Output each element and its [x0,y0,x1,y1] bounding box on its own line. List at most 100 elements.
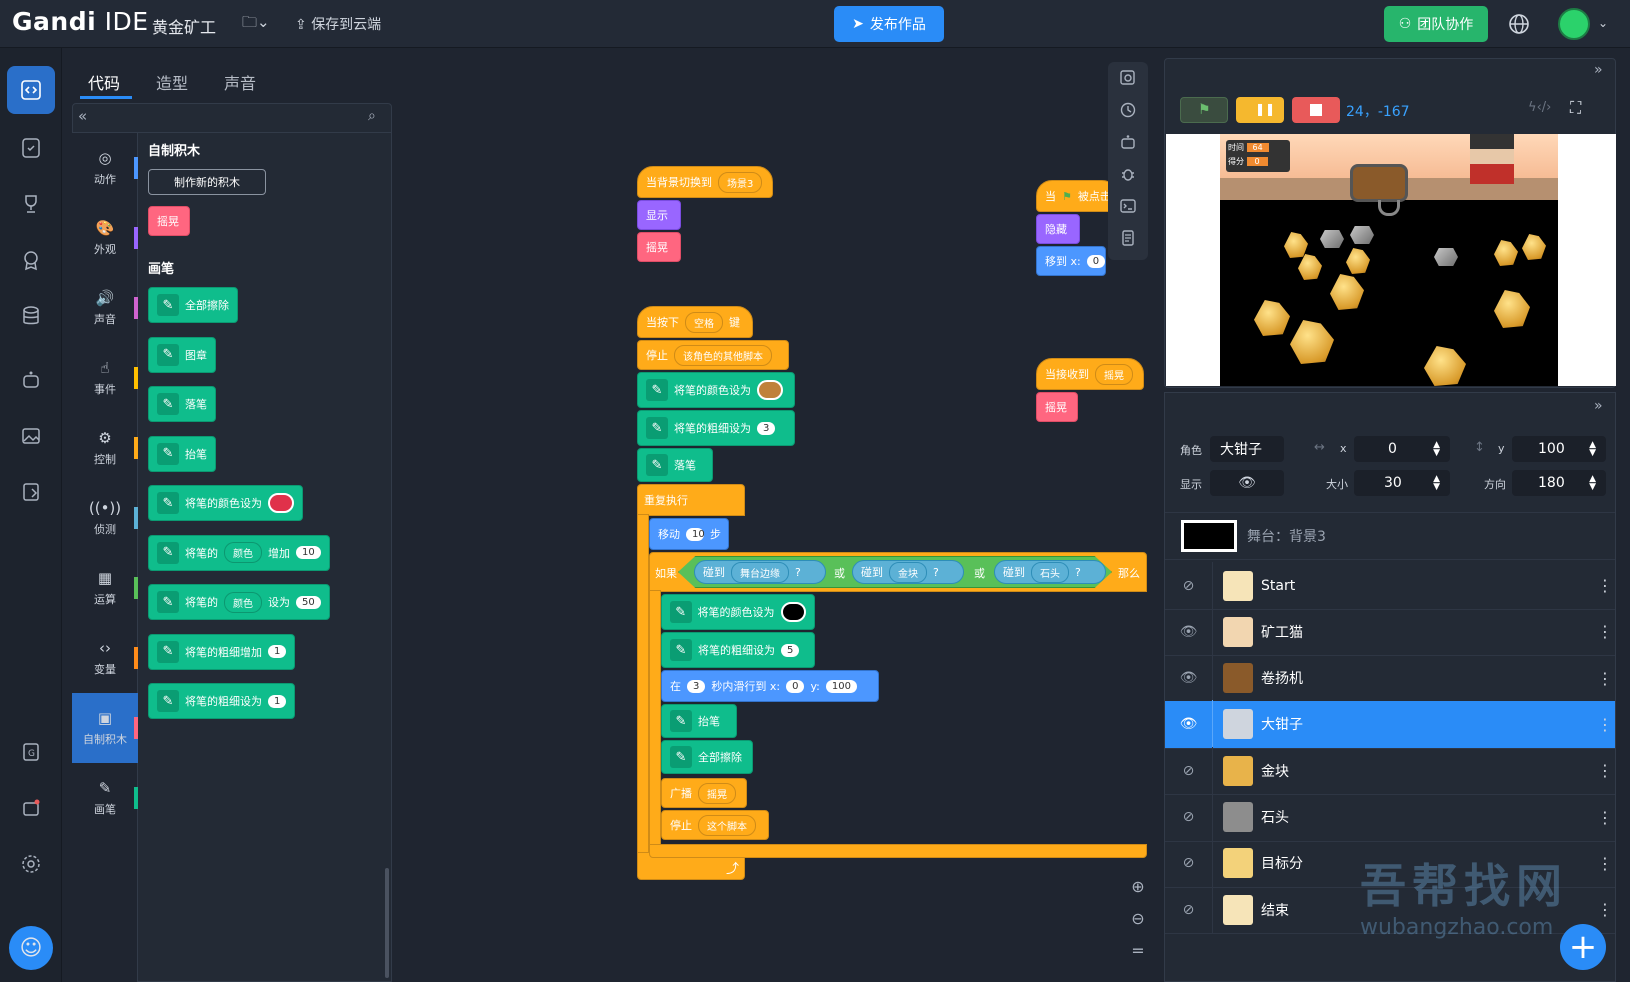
eye-hidden-icon[interactable]: ⊘ [1165,746,1213,795]
tab-code[interactable]: 代码 [88,70,120,94]
param-dropdown[interactable]: 颜色 [224,542,262,563]
size-input[interactable]: 3 [757,421,776,435]
more-options-icon[interactable]: ⋮ [1595,761,1615,780]
chevron-down-icon[interactable]: ⌄ [1598,16,1608,30]
block-show[interactable]: 显示 [637,200,681,230]
visibility-eye-icon[interactable]: 👁 [1210,470,1284,496]
stepper-icon[interactable]: ▲ ▼ [1433,441,1440,458]
team-collab-button[interactable]: ⚇ 团队协作 [1384,6,1488,42]
more-options-icon[interactable]: ⋮ [1595,622,1615,641]
book-icon[interactable] [7,468,55,516]
sprite-row[interactable]: ⊘ 金块 ⋮ [1165,746,1615,796]
palette-scrollbar[interactable] [385,868,389,978]
value-input[interactable]: 1 [268,645,287,658]
tab-costumes[interactable]: 造型 [156,70,188,94]
steps-input[interactable]: 10 [686,527,705,541]
stepper-icon[interactable]: ▲ ▼ [1589,475,1596,492]
robot-icon[interactable] [7,356,55,404]
x-input[interactable]: 0 [1086,254,1105,268]
block-goto-xy[interactable]: 移到 x: 0 [1036,246,1106,276]
more-options-icon[interactable]: ⋮ [1595,808,1615,827]
message-dropdown[interactable]: 摇晃 [1095,363,1133,385]
folder-icon[interactable]: 🗀⌄ [242,12,270,37]
pen-block[interactable]: ✎ 全部擦除 [148,287,238,323]
touching-edge[interactable]: 碰到 舞台边缘? [694,560,826,584]
direction-input[interactable]: 180 ▲ ▼ [1512,470,1606,496]
app-logo[interactable]: Gandi IDE [12,7,149,36]
history-icon[interactable] [1108,94,1148,126]
gandi-g-icon[interactable]: G [7,728,55,776]
collapse-info-icon[interactable]: » [1594,398,1603,414]
add-sprite-button[interactable]: + [1560,924,1606,970]
category-9[interactable]: ✎ 画笔 [72,763,138,833]
value-input[interactable]: 50 [296,595,321,609]
more-options-icon[interactable]: ⋮ [1595,715,1615,734]
search-icon[interactable]: ⌕ [368,108,376,124]
block-hide[interactable]: 隐藏 [1036,214,1080,244]
color-swatch[interactable] [757,380,783,400]
sprite-row[interactable]: ⊘ Start ⋮ [1165,561,1615,610]
category-6[interactable]: ▦ 运算 [72,553,138,623]
fullscreen-icon[interactable]: ⛶ [1570,98,1581,118]
more-options-icon[interactable]: ⋮ [1595,576,1615,595]
eye-icon[interactable]: 👁 [1165,700,1213,749]
sprite-row[interactable]: 👁 矿工猫 ⋮ [1165,607,1615,657]
make-block-button[interactable]: 制作新的积木 [148,169,266,195]
notification-icon[interactable] [7,784,55,832]
block-when-receive[interactable]: 当接收到 摇晃 [1036,358,1144,390]
stage-row[interactable]: 舞台：背景3 [1165,512,1615,560]
pen-block[interactable]: ✎ 将笔的粗细设为 1 [148,683,296,719]
category-4[interactable]: ⚙ 控制 [72,413,138,483]
green-flag-button[interactable]: ⚑ [1180,97,1228,123]
message-dropdown[interactable]: 摇晃 [698,782,736,804]
more-options-icon[interactable]: ⋮ [1595,854,1615,873]
value-input[interactable]: 10 [296,546,321,559]
block-shake[interactable]: 摇晃 [1036,392,1078,422]
eye-icon[interactable]: 👁 [1165,607,1213,656]
more-options-icon[interactable]: ⋮ [1595,669,1615,688]
category-0[interactable]: ◎ 动作 [72,133,138,203]
save-to-cloud-button[interactable]: ⇪ 保存到云端 [295,14,381,34]
eye-icon[interactable]: 👁 [1165,654,1213,703]
code-editor-icon[interactable] [7,66,55,114]
robot-icon[interactable] [1108,126,1148,158]
pen-block[interactable]: ✎ 将笔的 颜色 增加 10 [148,534,330,571]
x-input[interactable]: 0 ▲ ▼ [1354,436,1450,462]
block-glide-to[interactable]: 在 3 秒内滑行到 x: 0 y: 100 [661,670,879,702]
eye-hidden-icon[interactable]: ⊘ [1165,839,1213,888]
block-clear[interactable]: ✎ 全部擦除 [661,740,753,774]
extension-icon[interactable] [7,124,55,172]
touch-dropdown[interactable]: 金块 [889,561,927,583]
collapse-double-chevron-icon[interactable]: « [78,107,87,125]
stepper-icon[interactable]: ▲ ▼ [1589,441,1596,458]
zoom-out-icon[interactable]: ⊖ [1118,902,1158,934]
block-set-pen-size[interactable]: ✎ 将笔的粗细设为 3 [637,410,795,446]
collapse-stage-icon[interactable]: » [1594,62,1603,78]
value-input[interactable]: 1 [268,694,287,708]
terminal-icon[interactable] [1108,190,1148,222]
block-when-key-pressed[interactable]: 当按下 空格键 [637,306,753,338]
database-icon[interactable] [7,292,55,340]
sprite-name-input[interactable]: 大钳子 [1210,436,1284,462]
settings-gear-icon[interactable] [7,840,55,888]
sprite-row[interactable]: 👁 卷扬机 ⋮ [1165,654,1615,703]
stepper-icon[interactable]: ▲ ▼ [1433,475,1440,492]
block-stop-other-scripts[interactable]: 停止 该角色的其他脚本 [637,340,789,370]
block-broadcast[interactable]: 广播 摇晃 [661,778,747,808]
category-2[interactable]: 🔊 声音 [72,273,138,343]
y-input[interactable]: 100 ▲ ▼ [1512,436,1606,462]
seconds-input[interactable]: 3 [687,679,706,693]
eye-hidden-icon[interactable]: ⊘ [1165,793,1213,841]
size-input[interactable]: 30 ▲ ▼ [1354,470,1450,496]
stop-dropdown[interactable]: 该角色的其他脚本 [674,344,772,366]
category-5[interactable]: ((•)) 侦测 [72,483,138,553]
eye-hidden-icon[interactable]: ⊘ [1165,561,1213,610]
category-8[interactable]: ▣ 自制积木 [72,693,138,763]
pen-block[interactable]: ✎ 将笔的 颜色 设为 50 [148,584,330,620]
color-swatch[interactable] [268,493,294,513]
stop-button[interactable] [1292,97,1340,123]
custom-block-shake[interactable]: 摇晃 [148,206,190,236]
touching-rock[interactable]: 碰到 石头? [994,560,1106,584]
tab-sounds[interactable]: 声音 [224,70,256,94]
block-pen-up[interactable]: ✎ 抬笔 [661,704,737,738]
